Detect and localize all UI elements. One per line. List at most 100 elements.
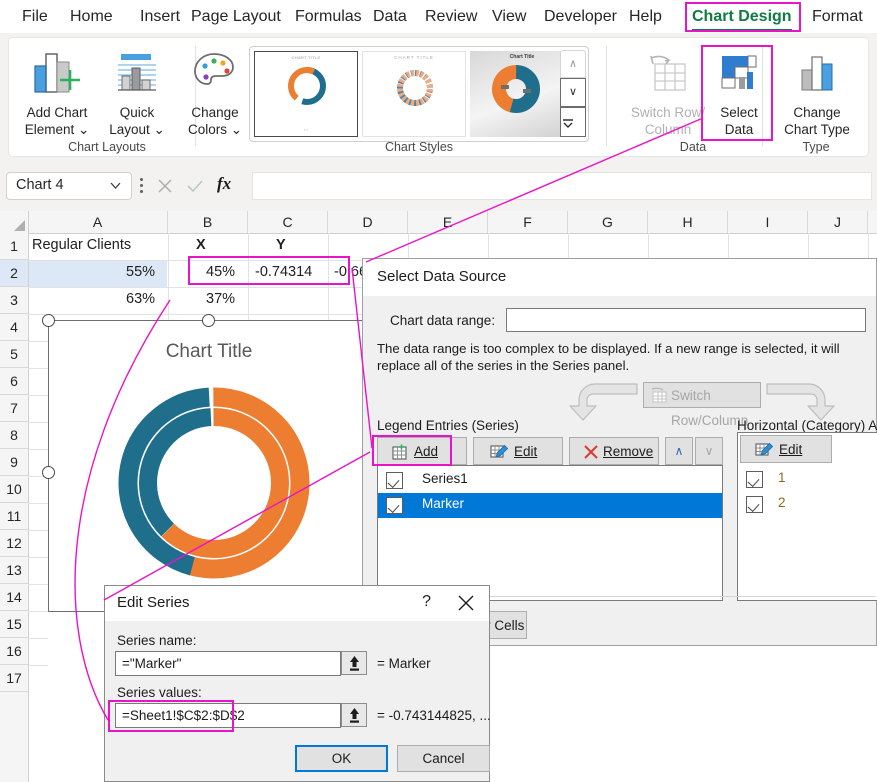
row-header-12[interactable]: 12 [0,530,28,557]
legend-entry-checkbox[interactable] [386,472,403,489]
add-series-button[interactable]: Add [377,437,467,465]
column-header-E[interactable]: E [408,211,488,233]
line1: Switch Row/ [631,105,705,120]
row-header-11[interactable]: 11 [0,503,28,530]
tab-formulas[interactable]: Formulas [295,6,362,28]
cell-B3[interactable]: 37% [206,291,235,307]
cell-D1[interactable]: Y [276,237,286,253]
gallery-scroll-down-button[interactable]: ∨ [560,78,586,107]
column-header-I[interactable]: I [728,211,808,233]
column-header-B[interactable]: B [168,211,248,233]
quick-layout-button[interactable]: Quick Layout ⌄ [101,44,173,144]
close-icon[interactable] [457,594,475,612]
axis-label-item-1[interactable]: 1 [738,467,877,492]
column-header-G[interactable]: G [568,211,648,233]
tab-file[interactable]: File [22,6,48,28]
row-header-5[interactable]: 5 [0,341,28,368]
column-header-J[interactable]: J [808,211,868,233]
change-chart-type-button[interactable]: Change Chart Type [781,44,853,144]
chart-resize-handle-tc[interactable] [202,314,215,327]
ok-button[interactable]: OK [295,745,388,772]
row-header-6[interactable]: 6 [0,368,28,395]
gridline [28,584,48,585]
edit-axis-labels-button[interactable]: Edit [740,435,832,463]
cell-C2[interactable]: -0.74314 [255,264,312,280]
column-header-A[interactable]: A [28,211,168,233]
tab-home[interactable]: Home [70,6,113,28]
tab-format[interactable]: Format [812,6,863,28]
cell-A1[interactable]: Regular Clients [32,237,131,253]
axis-label-checkbox[interactable] [746,496,763,513]
cancel-icon[interactable] [155,176,175,196]
row-header-13[interactable]: 13 [0,557,28,584]
row-header-8[interactable]: 8 [0,422,28,449]
chart-resize-handle-ml[interactable] [42,466,55,479]
legend-entries-list[interactable]: Series1 Marker [377,465,723,601]
select-data-button[interactable]: Select Data [703,44,775,144]
cell-A2[interactable]: 55% [126,264,155,280]
tab-review[interactable]: Review [425,6,477,28]
collapse-dialog-icon [347,655,362,672]
column-header-D[interactable]: D [328,211,408,233]
formula-bar-options-icon[interactable] [140,178,144,194]
add-chart-element-button[interactable]: Add Chart Element ⌄ [21,44,93,144]
tab-help[interactable]: Help [629,6,662,28]
axis-label-item-2[interactable]: 2 [738,492,877,517]
axis-labels-list[interactable]: Edit 1 2 [737,432,877,601]
cancel-button[interactable]: Cancel [397,745,490,772]
row-header-1[interactable]: 1 [0,233,28,260]
series-values-input[interactable]: =Sheet1!$C$2:$D$2 [115,703,341,728]
chart-title[interactable]: Chart Title [49,341,369,363]
row-header-15[interactable]: 15 [0,611,28,638]
tab-view[interactable]: View [492,6,526,28]
series-name-input[interactable]: ="Marker" [115,651,341,676]
row-header-9[interactable]: 9 [0,449,28,476]
column-header-F[interactable]: F [488,211,568,233]
fx-icon[interactable]: fx [217,174,231,194]
gallery-more-button[interactable] [560,107,586,137]
legend-entry-marker[interactable]: Marker [378,493,722,518]
tab-insert[interactable]: Insert [140,6,180,28]
row-header-10[interactable]: 10 [0,476,28,503]
select-all-corner[interactable] [0,211,29,233]
edit-series-button[interactable]: Edit [473,437,563,465]
move-series-up-button[interactable]: ∧ [665,437,693,465]
cell-A3[interactable]: 63% [126,291,155,307]
legend-entry-checkbox[interactable] [386,497,403,514]
column-header-K[interactable]: K [868,211,877,233]
gallery-scroll-up-button[interactable]: ∧ [560,50,586,78]
enter-icon[interactable] [185,176,205,196]
chart-style-thumb-3[interactable]: Chart Title ▪▪ [470,51,574,137]
remove-series-button[interactable]: Remove [569,437,659,465]
chart-style-thumb-1[interactable]: CHART TITLE ▪ ▪ [254,51,358,137]
cell-B2[interactable]: 45% [206,264,235,280]
axis-label-checkbox[interactable] [746,471,763,488]
chart-style-thumb-2[interactable]: CHART TITLE ▪ ▪ [362,51,466,137]
row-header-17[interactable]: 17 [0,665,28,692]
series-name-collapse-button[interactable] [341,651,367,675]
tab-chart-design[interactable]: Chart Design [692,6,792,28]
formula-input[interactable] [252,172,872,200]
name-box[interactable]: Chart 4 [6,172,132,200]
column-header-C[interactable]: C [248,211,328,233]
tab-page-layout[interactable]: Page Layout [191,6,281,28]
row-header-2[interactable]: 2 [0,260,28,287]
chart-styles-gallery[interactable]: CHART TITLE ▪ ▪ CHART TITLE ▪ ▪ Chart Ti… [249,46,589,142]
chart-resize-handle-tl[interactable] [42,314,55,327]
cell-C1[interactable]: X [196,237,206,253]
tab-developer[interactable]: Developer [544,6,617,28]
legend-entry-series1[interactable]: Series1 [378,468,722,493]
chart-data-range-input[interactable] [506,308,866,332]
series-values-collapse-button[interactable] [341,703,367,727]
column-header-H[interactable]: H [648,211,728,233]
row-header-7[interactable]: 7 [0,395,28,422]
row-header-16[interactable]: 16 [0,638,28,665]
row-header-3[interactable]: 3 [0,287,28,314]
tab-data[interactable]: Data [373,6,407,28]
help-icon[interactable]: ? [422,593,431,611]
row-header-4[interactable]: 4 [0,314,28,341]
doughnut-chart[interactable] [109,378,319,588]
row-header-14[interactable]: 14 [0,584,28,611]
chart-object[interactable]: Chart Title [48,320,370,612]
change-colors-button[interactable]: Change Colors ⌄ [179,44,251,144]
